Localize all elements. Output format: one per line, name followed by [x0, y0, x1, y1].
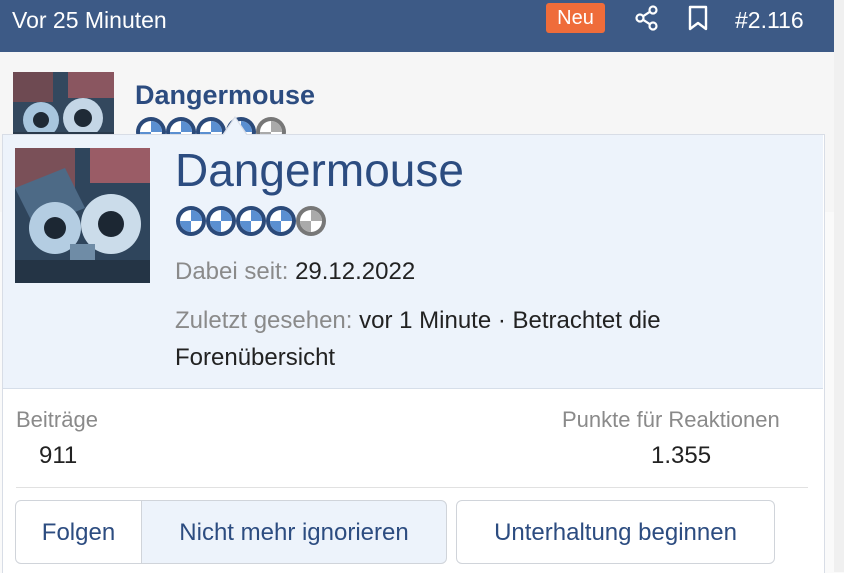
- unignore-button[interactable]: Nicht mehr ignorieren: [141, 500, 447, 564]
- member-rank-icons: [175, 205, 345, 242]
- posts-label: Beiträge: [16, 407, 98, 432]
- card-divider: [16, 487, 808, 488]
- scrollbar-track[interactable]: [834, 0, 844, 572]
- reactions-label: Punkte für Reaktionen: [562, 407, 780, 432]
- post-time[interactable]: Vor 25 Minuten: [12, 6, 167, 34]
- start-conversation-button[interactable]: Unterhaltung beginnen: [456, 500, 775, 564]
- post-number[interactable]: #2.116: [735, 6, 804, 34]
- share-icon[interactable]: [633, 4, 661, 32]
- last-seen-label: Zuletzt gesehen:: [175, 307, 353, 334]
- joined-label: Dabei seit:: [175, 258, 289, 285]
- posts-count[interactable]: 911: [39, 441, 77, 471]
- last-seen: Zuletzt gesehen: vor 1 Minute · Betracht…: [175, 302, 795, 376]
- reactions-count[interactable]: 1.355: [651, 441, 711, 471]
- follow-button[interactable]: Folgen: [15, 500, 142, 564]
- member-name[interactable]: Dangermouse: [175, 143, 464, 197]
- post-header-bar: Vor 25 Minuten Neu #2.116: [0, 0, 834, 52]
- bookmark-icon[interactable]: [684, 4, 712, 32]
- member-avatar[interactable]: [15, 148, 150, 283]
- joined-value: 29.12.2022: [295, 258, 416, 285]
- tooltip-caret-inner: [223, 118, 247, 136]
- post-author-name[interactable]: Dangermouse: [135, 79, 315, 111]
- joined-date: Dabei seit: 29.12.2022: [175, 257, 415, 287]
- post-avatar[interactable]: [13, 72, 114, 142]
- new-badge: Neu: [546, 3, 605, 33]
